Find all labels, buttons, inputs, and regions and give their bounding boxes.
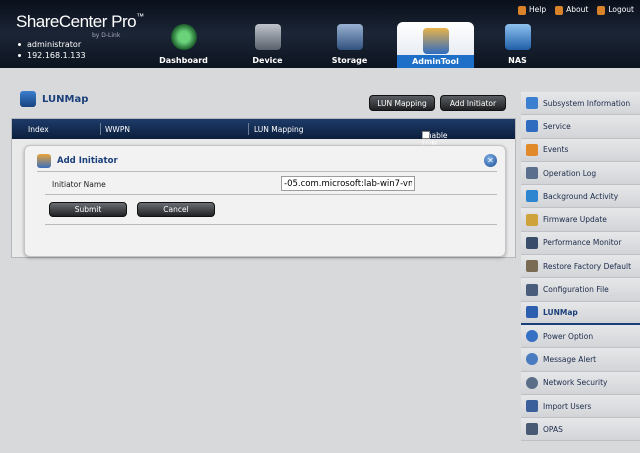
initiator-name-label: Initiator Name	[52, 180, 106, 189]
tab-nas[interactable]: NAS	[490, 24, 545, 68]
close-icon[interactable]: ✕	[484, 154, 497, 167]
sidebar-item-message-alert[interactable]: Message Alert	[521, 348, 640, 372]
logout-link[interactable]: Logout	[597, 5, 634, 15]
sidebar-item-opas[interactable]: OPAS	[521, 418, 640, 442]
column-lun-mapping[interactable]: LUN Mapping	[254, 125, 303, 134]
activity-icon	[526, 190, 538, 203]
lunmap-panel: Index WWPN LUN Mapping Enable LUN Maskin…	[11, 118, 516, 258]
top-header: ShareCenter Pro™ by D-Link administrator…	[0, 0, 640, 68]
ip-address: 192.168.1.133	[18, 51, 86, 60]
events-icon	[526, 143, 538, 156]
monitor-icon	[526, 236, 538, 249]
help-icon	[518, 5, 527, 15]
import-users-icon	[526, 400, 538, 412]
tab-storage[interactable]: Storage	[322, 24, 377, 68]
initiator-name-input[interactable]	[281, 176, 415, 191]
network-security-icon	[526, 376, 538, 389]
device-icon	[254, 24, 281, 50]
alert-icon	[526, 353, 538, 366]
about-icon	[555, 5, 564, 15]
brand-sub: by D-Link	[92, 32, 121, 39]
sidebar-item-events[interactable]: Events	[521, 138, 640, 162]
sidebar-item-lunmap[interactable]: LUNMap	[521, 301, 640, 325]
dialog-divider	[37, 171, 497, 172]
page-title: LUNMap	[42, 93, 89, 105]
logout-icon	[597, 5, 606, 15]
power-icon	[526, 330, 538, 343]
sidebar-item-service[interactable]: Service	[521, 115, 640, 139]
tab-device[interactable]: Device	[240, 24, 295, 68]
about-link[interactable]: About	[555, 5, 588, 15]
sidebar-item-power-option[interactable]: Power Option	[521, 324, 640, 349]
lunmap-icon	[526, 306, 538, 319]
restore-icon	[526, 260, 538, 273]
sidebar-item-network-security[interactable]: Network Security	[521, 371, 640, 395]
dialog-header: Add Initiator	[37, 154, 118, 168]
help-link[interactable]: Help	[518, 5, 546, 15]
log-icon	[526, 167, 538, 180]
opas-icon	[526, 423, 538, 436]
user-name: administrator	[18, 40, 81, 49]
dashboard-gauge-icon	[170, 24, 197, 50]
service-icon	[526, 120, 538, 133]
sidebar-item-subsystem-information[interactable]: Subsystem Information	[521, 92, 640, 116]
field-divider	[45, 194, 497, 195]
sidebar-item-import-users[interactable]: Import Users	[521, 394, 640, 419]
subsystem-icon	[526, 97, 538, 110]
dialog-title: Add Initiator	[57, 156, 118, 166]
sidebar-item-performance-monitor[interactable]: Performance Monitor	[521, 231, 640, 256]
add-initiator-dialog: Add Initiator ✕ Initiator Name Submit Ca…	[24, 145, 506, 257]
column-index[interactable]: Index	[28, 125, 49, 134]
sidebar-item-background-activity[interactable]: Background Activity	[521, 185, 640, 209]
tab-admintool[interactable]: AdminTool	[397, 22, 474, 68]
lun-mapping-button[interactable]: LUN Mapping	[369, 95, 435, 111]
top-links: Help About Logout	[518, 5, 634, 15]
add-initiator-button[interactable]: Add Initiator	[440, 95, 506, 111]
admin-sidebar: Subsystem Information Service Events Ope…	[521, 92, 640, 442]
sidebar-item-firmware-update[interactable]: Firmware Update	[521, 208, 640, 232]
grid-header: Index WWPN LUN Mapping Enable LUN Maskin…	[12, 119, 515, 158]
storage-icon	[336, 24, 363, 50]
sidebar-item-configuration-file[interactable]: Configuration File	[521, 278, 640, 302]
submit-button[interactable]: Submit	[49, 202, 127, 217]
brand-logo: ShareCenter Pro™	[16, 12, 144, 31]
cancel-button[interactable]: Cancel	[137, 202, 215, 217]
sidebar-item-operation-log[interactable]: Operation Log	[521, 161, 640, 186]
nas-icon	[504, 24, 531, 50]
add-initiator-icon	[37, 154, 51, 168]
admintool-icon	[422, 28, 449, 54]
firmware-icon	[526, 213, 538, 226]
sidebar-item-restore-factory-default[interactable]: Restore Factory Default	[521, 255, 640, 279]
page-header: LUNMap	[20, 91, 88, 107]
tab-dashboard[interactable]: Dashboard	[156, 24, 211, 68]
lunmap-icon	[20, 91, 36, 107]
column-wwpn[interactable]: WWPN	[105, 125, 130, 134]
config-file-icon	[526, 283, 538, 296]
dialog-bottom-divider	[45, 224, 497, 225]
